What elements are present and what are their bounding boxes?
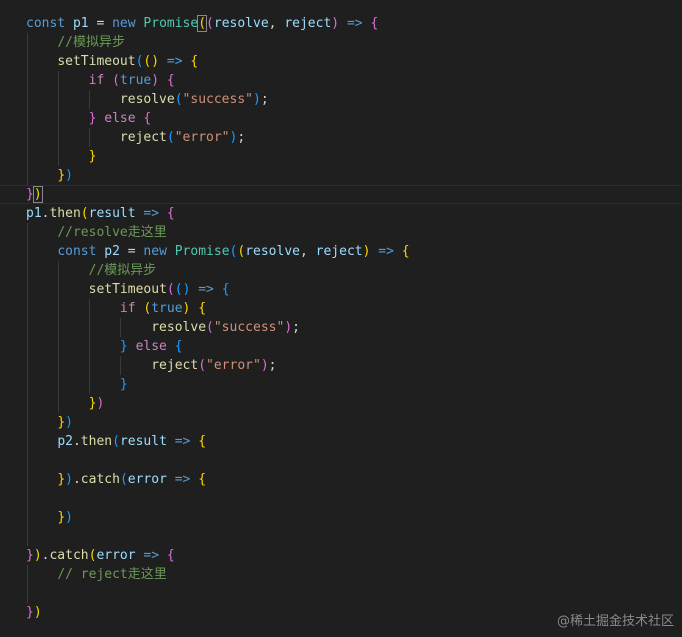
code-line-9[interactable]: })	[26, 166, 73, 185]
code-line-3[interactable]: setTimeout(() => {	[26, 52, 198, 71]
code-line-8[interactable]: }	[26, 147, 97, 166]
code-line-15[interactable]: setTimeout(() => {	[26, 280, 230, 299]
code-line-6[interactable]: } else {	[26, 109, 152, 128]
watermark: @稀土掘金技术社区	[556, 614, 674, 629]
string-literal: "error"	[174, 130, 230, 145]
code-line-14[interactable]: //模拟异步	[26, 261, 157, 280]
comment: //模拟异步	[57, 35, 125, 50]
code-line-1[interactable]: const p1 = new Promise((resolve, reject)…	[26, 14, 378, 33]
string-literal: "success"	[213, 320, 285, 335]
code-line-7[interactable]: reject("error");	[26, 128, 245, 147]
code-line-18[interactable]: } else {	[26, 337, 183, 356]
code-line-13[interactable]: const p2 = new Promise((resolve, reject)…	[26, 242, 409, 261]
code-line-32[interactable]: })	[26, 603, 42, 622]
comment: // reject走这里	[57, 567, 167, 582]
code-line-19[interactable]: reject("error");	[26, 356, 276, 375]
code-line-25[interactable]: }).catch(error => {	[26, 470, 206, 489]
code-line-23[interactable]: p2.then(result => {	[26, 432, 206, 451]
code-line-2[interactable]: //模拟异步	[26, 33, 125, 52]
string-literal: "success"	[182, 92, 253, 107]
current-line-highlight	[0, 185, 682, 204]
code-line-30[interactable]: // reject走这里	[26, 565, 167, 584]
comment: //模拟异步	[88, 263, 157, 278]
code-line-11[interactable]: p1.then(result => {	[26, 204, 175, 223]
code-line-22[interactable]: })	[26, 413, 73, 432]
code-editor[interactable]: const p1 = new Promise((resolve, reject)…	[0, 0, 682, 637]
code-line-4[interactable]: if (true) {	[26, 71, 175, 90]
code-line-10[interactable]: })	[26, 185, 43, 204]
code-line-16[interactable]: if (true) {	[26, 299, 206, 318]
string-literal: "error"	[206, 358, 261, 373]
comment: //resolve走这里	[57, 225, 167, 240]
code-line-12[interactable]: //resolve走这里	[26, 223, 167, 242]
code-line-5[interactable]: resolve("success");	[26, 90, 269, 109]
code-line-17[interactable]: resolve("success");	[26, 318, 300, 337]
code-line-20[interactable]: }	[26, 375, 128, 394]
code-line-27[interactable]: })	[26, 508, 73, 527]
code-line-21[interactable]: })	[26, 394, 105, 413]
code-line-29[interactable]: }).catch(error => {	[26, 546, 175, 565]
